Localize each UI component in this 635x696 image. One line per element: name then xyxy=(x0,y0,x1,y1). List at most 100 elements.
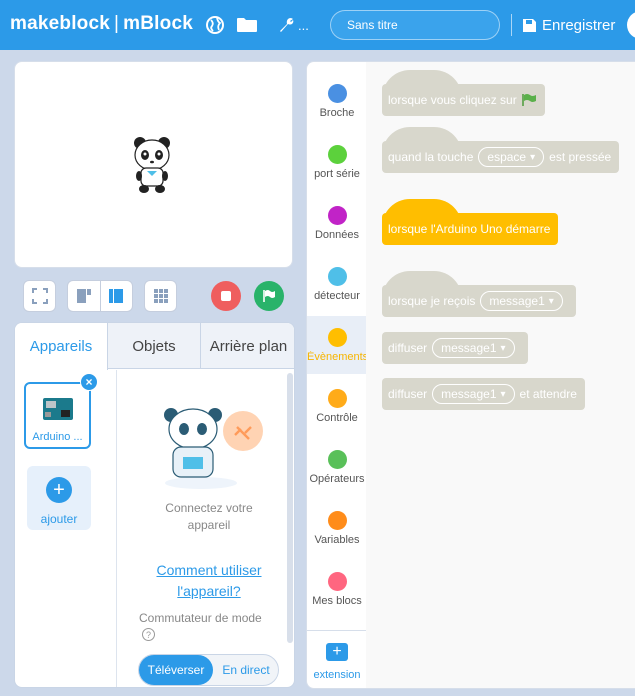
extension-label: extension xyxy=(313,669,361,681)
panda-sprite[interactable] xyxy=(131,134,173,196)
connect-device-text: Connectez votre appareil xyxy=(129,500,289,534)
wrench-icon[interactable]: ... xyxy=(278,14,312,36)
user-avatar[interactable] xyxy=(627,11,635,39)
block-text: lorsque je reçois xyxy=(388,294,476,308)
add-device-button[interactable]: + ajouter xyxy=(27,466,91,530)
devices-panel: Appareils Objets Arrière plan Arduino ..… xyxy=(14,322,295,688)
normal-stage-icon xyxy=(109,289,124,303)
block-text: et attendre xyxy=(519,387,577,401)
upload-mode-button[interactable]: Téléverser xyxy=(139,655,213,685)
mode-switch-label: Commutateur de mode xyxy=(139,611,262,625)
save-icon xyxy=(523,18,536,32)
device-panel-scrollbar[interactable] xyxy=(287,373,293,643)
category-variables[interactable]: Variables xyxy=(307,499,367,557)
category-events[interactable]: Évènements xyxy=(307,316,367,374)
how-to-use-link[interactable]: Comment utiliser l'appareil? xyxy=(129,560,289,602)
brand-logo: makeblock | mBlock xyxy=(10,13,193,35)
connect-text-line2: appareil xyxy=(187,518,231,532)
block-categories: Broche port série Données détecteur Évèn… xyxy=(306,61,367,689)
remove-device-button[interactable]: × xyxy=(80,373,98,391)
green-flag-icon xyxy=(521,94,536,106)
category-dot-icon xyxy=(327,328,347,347)
block-text: est pressée xyxy=(549,150,612,164)
grid-icon xyxy=(153,289,168,303)
small-stage-button[interactable] xyxy=(68,281,101,311)
live-mode-button[interactable]: En direct xyxy=(213,655,279,685)
help-icon[interactable]: ? xyxy=(142,628,155,641)
wrench-menu-ellipsis: ... xyxy=(298,17,309,33)
extension-add-icon: + xyxy=(326,643,348,661)
category-sensor[interactable]: détecteur xyxy=(307,255,367,313)
block-text: lorsque vous cliquez sur xyxy=(388,93,517,107)
mode-switch[interactable]: Téléverser En direct xyxy=(138,654,279,686)
block-broadcast-and-wait[interactable]: diffuser message1 et attendre xyxy=(382,378,585,410)
brand-makeblock: makeblock xyxy=(10,13,111,34)
device-card-label: Arduino ... xyxy=(32,431,83,443)
topbar-divider xyxy=(511,14,512,36)
category-label: Opérateurs xyxy=(309,473,365,485)
arduino-board-icon xyxy=(43,398,73,420)
key-dropdown[interactable]: espace xyxy=(478,147,545,167)
normal-stage-button[interactable] xyxy=(101,281,133,311)
category-serial-port[interactable]: port série xyxy=(307,133,367,191)
tab-devices[interactable]: Appareils xyxy=(15,323,108,370)
grid-view-button[interactable] xyxy=(144,280,177,312)
small-stage-icon xyxy=(76,289,91,303)
save-label: Enregistrer xyxy=(542,16,616,34)
stop-icon xyxy=(221,291,231,301)
message-dropdown[interactable]: message1 xyxy=(432,338,515,358)
category-dot-icon xyxy=(327,572,347,591)
fullscreen-icon xyxy=(31,288,48,304)
category-label: Évènements xyxy=(307,351,367,363)
block-when-key-pressed[interactable]: quand la touche espace est pressée xyxy=(382,127,620,173)
connect-text-line1: Connectez votre xyxy=(165,501,253,515)
block-broadcast[interactable]: diffuser message1 xyxy=(382,332,528,364)
howto-line2: l'appareil? xyxy=(177,583,241,599)
device-list: Arduino ... × + ajouter xyxy=(15,370,117,687)
top-bar: makeblock|mBlock ... Enregistrer xyxy=(0,0,635,50)
block-text: quand la touche xyxy=(388,150,474,164)
message-dropdown[interactable]: message1 xyxy=(432,384,515,404)
category-dot-icon xyxy=(327,145,347,164)
block-text: lorsque l'Arduino Uno démarre xyxy=(388,222,551,236)
extension-button[interactable]: + extension xyxy=(307,630,367,688)
project-title-input[interactable] xyxy=(330,10,500,40)
category-label: Données xyxy=(314,229,360,241)
category-dot-icon xyxy=(327,84,347,103)
category-dot-icon xyxy=(327,511,347,530)
green-flag-button[interactable] xyxy=(254,281,284,311)
brand-separator: | xyxy=(114,13,120,34)
category-my-blocks[interactable]: Mes blocs xyxy=(307,560,367,618)
stage[interactable] xyxy=(14,61,293,268)
tab-sprites[interactable]: Objets xyxy=(108,323,201,369)
category-control[interactable]: Contrôle xyxy=(307,377,367,435)
category-dot-icon xyxy=(327,267,347,286)
brand-mblock: mBlock xyxy=(123,13,194,34)
save-button[interactable]: Enregistrer xyxy=(522,14,615,36)
category-label: détecteur xyxy=(314,290,360,302)
message-dropdown[interactable]: message1 xyxy=(480,291,563,311)
category-label: Broche xyxy=(319,107,355,119)
globe-icon[interactable] xyxy=(204,14,226,36)
category-pin[interactable]: Broche xyxy=(307,72,367,130)
tab-backdrop[interactable]: Arrière plan xyxy=(201,323,294,369)
panda-connect-illustration xyxy=(164,408,263,489)
add-device-label: ajouter xyxy=(40,512,78,526)
category-operators[interactable]: Opérateurs xyxy=(307,438,367,496)
category-label: Mes blocs xyxy=(312,595,362,607)
stage-size-toggle[interactable] xyxy=(67,280,133,312)
category-dot-icon xyxy=(327,389,347,408)
howto-line1: Comment utiliser xyxy=(156,562,262,578)
stop-button[interactable] xyxy=(211,281,241,311)
device-card-arduino[interactable]: Arduino ... xyxy=(24,382,91,449)
add-icon: + xyxy=(46,477,72,503)
block-when-flag-clicked[interactable]: lorsque vous cliquez sur xyxy=(382,70,545,116)
category-data[interactable]: Données xyxy=(307,194,367,252)
block-text: diffuser xyxy=(388,341,428,355)
category-label: Contrôle xyxy=(316,412,358,424)
blocks-palette: lorsque vous cliquez sur quand la touche… xyxy=(366,61,635,689)
block-when-arduino-starts[interactable]: lorsque l'Arduino Uno démarre xyxy=(382,199,559,245)
block-when-i-receive[interactable]: lorsque je reçois message1 xyxy=(382,271,576,317)
folder-icon[interactable] xyxy=(236,14,258,36)
fullscreen-button[interactable] xyxy=(23,280,56,312)
